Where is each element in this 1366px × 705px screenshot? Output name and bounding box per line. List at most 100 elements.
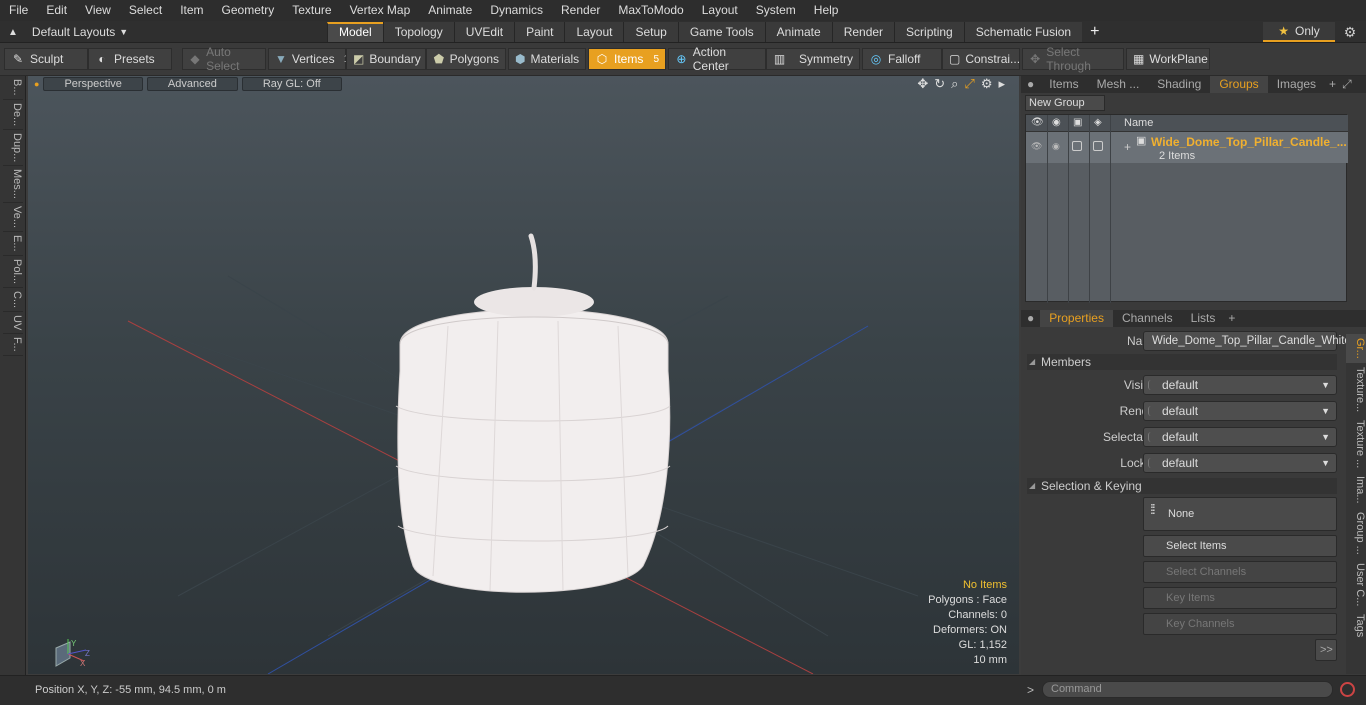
tab-uvedit[interactable]: UVEdit <box>453 22 515 42</box>
left-tab-polygon[interactable]: Pol... <box>3 256 23 288</box>
auto-select-button[interactable]: ◆ Auto Select <box>182 45 266 73</box>
select-cube-icon[interactable]: ◈ <box>1094 117 1102 128</box>
gear-icon[interactable]: ⚙ <box>1338 22 1362 42</box>
add-tab-icon[interactable]: + <box>1082 22 1107 42</box>
tab-items[interactable]: Items <box>1040 76 1087 93</box>
expand-panel-icon[interactable]: ⤢ <box>1340 76 1354 93</box>
tab-channels[interactable]: Channels <box>1113 310 1182 327</box>
menu-animate[interactable]: Animate <box>419 0 481 21</box>
symmetry-button[interactable]: ▥ Symmetry <box>766 48 860 70</box>
left-tab-mesh-edit[interactable]: Mes... <box>3 166 23 204</box>
tab-animate[interactable]: Animate <box>764 22 832 42</box>
left-tab-edge[interactable]: E... <box>3 232 23 256</box>
constraints-button[interactable]: ▢ Constrai... <box>942 48 1020 70</box>
eye-icon[interactable]: 👁 <box>1031 117 1044 128</box>
menu-vertex-map[interactable]: Vertex Map <box>341 0 420 21</box>
none-button[interactable]: ⁞⁞ None <box>1143 497 1337 531</box>
tab-groups[interactable]: Groups <box>1210 76 1268 93</box>
vtab-tags[interactable]: Tags <box>1346 610 1366 641</box>
rotate-view-icon[interactable]: ↻ <box>934 76 945 92</box>
select-items-button[interactable]: Select Items <box>1143 535 1337 557</box>
layout-selector[interactable]: ▲ Default Layouts ▼ <box>0 21 128 43</box>
menu-layout[interactable]: Layout <box>693 0 747 21</box>
tab-images[interactable]: Images <box>1268 76 1325 93</box>
row-render-icon[interactable]: ◉ <box>1052 141 1060 152</box>
name-field[interactable]: Wide_Dome_Top_Pillar_Candle_White <box>1143 331 1351 351</box>
menu-system[interactable]: System <box>747 0 805 21</box>
vertices-button[interactable]: ▼ Vertices 1 <box>268 48 349 70</box>
vtab-group[interactable]: Gr... <box>1346 334 1366 363</box>
tab-setup[interactable]: Setup <box>623 22 678 42</box>
falloff-button[interactable]: ◎ Falloff <box>862 48 942 70</box>
vtab-user-channels[interactable]: User C... <box>1346 559 1366 610</box>
sculpt-button[interactable]: ✎ Sculpt <box>4 48 88 70</box>
left-tab-fusion[interactable]: F... <box>3 334 23 356</box>
select-channels-button[interactable]: Select Channels <box>1143 561 1337 583</box>
workplane-button[interactable]: ▦ WorkPlane <box>1126 48 1210 70</box>
render-select[interactable]: default ▼ <box>1143 401 1337 421</box>
tab-scripting[interactable]: Scripting <box>894 22 964 42</box>
command-input[interactable]: Command <box>1042 681 1333 698</box>
action-center-button[interactable]: ⊕ Action Center <box>668 45 766 73</box>
bottom-panel-menu-dot-icon[interactable]: ● <box>1021 310 1040 327</box>
items-button[interactable]: ⬡ Items 5 <box>588 48 666 70</box>
tab-schematic-fusion[interactable]: Schematic Fusion <box>963 22 1083 42</box>
only-button[interactable]: ★ Only <box>1263 22 1335 42</box>
menu-texture[interactable]: Texture <box>283 0 340 21</box>
polygons-button[interactable]: ⬟ Polygons <box>426 48 506 70</box>
materials-button[interactable]: ⬢ Materials <box>508 48 586 70</box>
viewport-menu-dot-icon[interactable]: ● <box>34 79 39 89</box>
3d-viewport[interactable]: Y X Z ● Perspective Advanced Ray GL: Off… <box>28 76 1019 674</box>
add-bottom-tab-icon[interactable]: + <box>1224 310 1239 327</box>
tab-render[interactable]: Render <box>831 22 895 42</box>
key-items-button[interactable]: Key Items <box>1143 587 1337 609</box>
row-select-checkbox[interactable] <box>1093 141 1103 151</box>
record-icon[interactable] <box>1340 682 1355 697</box>
tab-shading[interactable]: Shading <box>1148 76 1210 93</box>
left-tab-vertex[interactable]: Ve... <box>3 203 23 233</box>
move-view-icon[interactable]: ✥ <box>917 76 928 92</box>
menu-render[interactable]: Render <box>552 0 609 21</box>
menu-item[interactable]: Item <box>171 0 212 21</box>
tab-game-tools[interactable]: Game Tools <box>677 22 765 42</box>
add-panel-tab-icon[interactable]: + <box>1325 76 1340 93</box>
tab-layout[interactable]: Layout <box>564 22 624 42</box>
maximize-icon[interactable]: ⤢ <box>964 76 974 92</box>
key-channels-button[interactable]: Key Channels <box>1143 613 1337 635</box>
advanced-button[interactable]: Advanced <box>146 76 238 91</box>
left-tab-curve[interactable]: C... <box>3 288 23 312</box>
left-tab-uv[interactable]: UV <box>3 312 23 335</box>
row-visible-icon[interactable]: 👁 <box>1031 141 1042 152</box>
perspective-button[interactable]: Perspective <box>43 76 143 91</box>
locked-select[interactable]: default ▼ <box>1143 453 1337 473</box>
vtab-group-2[interactable]: Group ... <box>1346 508 1366 559</box>
menu-maxtomodo[interactable]: MaxToModo <box>609 0 692 21</box>
raygl-button[interactable]: Ray GL: Off <box>241 76 342 91</box>
vtab-texture-2[interactable]: Texture ... <box>1346 416 1366 472</box>
vtab-image[interactable]: Ima... <box>1346 472 1366 508</box>
play-arrow-icon[interactable]: ▸ <box>998 76 1005 92</box>
menu-file[interactable]: File <box>0 0 37 21</box>
boundary-button[interactable]: ◩ Boundary <box>346 48 426 70</box>
tab-properties[interactable]: Properties <box>1040 310 1113 327</box>
vtab-texture-1[interactable]: Texture... <box>1346 363 1366 416</box>
selection-keying-section[interactable]: Selection & Keying <box>1027 478 1337 494</box>
menu-help[interactable]: Help <box>805 0 848 21</box>
new-group-button[interactable]: New Group <box>1025 95 1105 111</box>
presets-button[interactable]: ◐ Presets <box>88 48 172 70</box>
expand-plus-icon[interactable]: + <box>1124 140 1131 154</box>
viewport-gear-icon[interactable]: ⚙ <box>981 76 993 92</box>
menu-edit[interactable]: Edit <box>37 0 76 21</box>
tab-mesh[interactable]: Mesh ... <box>1088 76 1149 93</box>
menu-dynamics[interactable]: Dynamics <box>481 0 552 21</box>
menu-select[interactable]: Select <box>120 0 171 21</box>
members-section[interactable]: Members <box>1027 354 1337 370</box>
left-tab-deform[interactable]: De... <box>3 100 23 130</box>
zoom-view-icon[interactable]: ⌕ <box>951 76 958 92</box>
row-lock-checkbox[interactable] <box>1072 141 1082 151</box>
lock-cube-icon[interactable]: ▣ <box>1073 117 1082 128</box>
group-row[interactable]: 👁 ◉ + ▣ Wide_Dome_Top_Pillar_Candle_... … <box>1026 132 1348 163</box>
menu-geometry[interactable]: Geometry <box>213 0 284 21</box>
tab-model[interactable]: Model <box>327 22 383 42</box>
left-tab-duplicate[interactable]: Dup... <box>3 130 23 167</box>
